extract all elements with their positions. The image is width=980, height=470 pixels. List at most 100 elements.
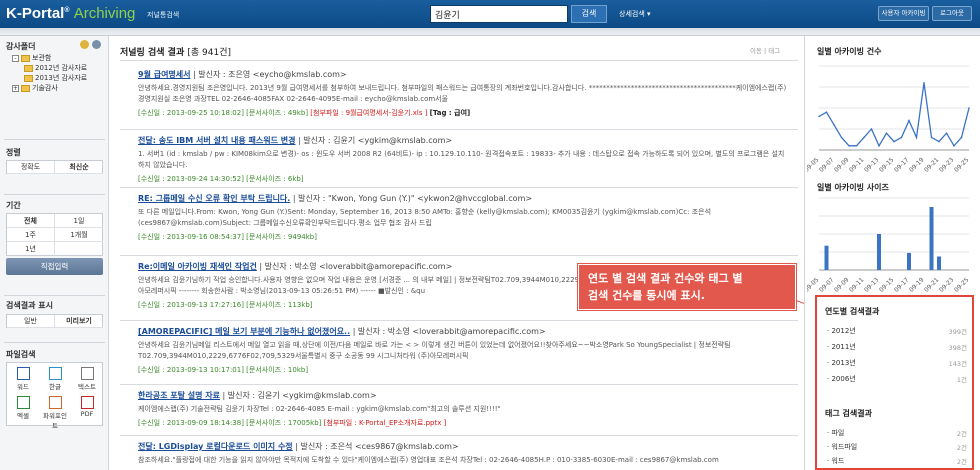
result-attachment[interactable]: [첨부파일 : 9월급여명세서-김윤기.xls ] (310, 109, 427, 117)
display-preview[interactable]: 미리보기 (55, 315, 103, 328)
result-title[interactable]: 9월 급여명세서 (138, 70, 191, 79)
tree-item-archive[interactable]: - 보관함 (12, 53, 51, 63)
file-hwp[interactable]: 한글 (43, 367, 67, 391)
year-item[interactable]: · 2013년 143건 (827, 358, 967, 368)
result-meta: [수신일 : 2013-09-09 18:14:38] [문서사이즈 : 170… (138, 418, 788, 428)
daily-count-title: 일별 아카이빙 건수 (817, 47, 882, 56)
callout-note: 연도 별 검색 결과 건수와 태그 별 검색 건수를 동시에 표시. (578, 264, 796, 310)
file-powerpoint[interactable]: 파워포인트 (41, 396, 69, 430)
bar (907, 252, 911, 270)
pdf-icon (80, 396, 94, 409)
year-item[interactable]: · 2006년 1건 (827, 374, 967, 384)
tick-label: 09-25 (953, 156, 970, 173)
file-word[interactable]: 워드 (11, 367, 35, 391)
divider (120, 187, 798, 188)
result-size: [문서사이즈 : 9494kb] (246, 233, 317, 241)
year-label: 2012년 (831, 327, 856, 335)
tick-label: 09-19 (908, 276, 925, 293)
result-sender: | 발신자 : 김윤기 <ygkim@kmslab.com> (222, 391, 377, 400)
result-title[interactable]: 한라공조 포탈 설명 자료 (138, 391, 220, 400)
result-size: [문서사이즈 : 10kb] (246, 366, 309, 374)
tick-label: 09-21 (923, 276, 940, 293)
result-sender: | 발신자 : 조은석 <ces9867@kmslab.com> (295, 442, 459, 451)
file-type-grid: 워드 한글 텍스트 엑셀 파워포인트 PDF (6, 362, 103, 430)
results-panel: 저널링 검색 결과 [총 941건] 이동 | 태그 9월 급여명세서 | 발신… (110, 36, 803, 470)
result-title[interactable]: RE: 그룹메일 수신 오류 확인 부탁 드립니다. (138, 194, 290, 203)
result-date: [수신일 : 2013-09-25 10:18:02] (138, 109, 244, 117)
result-title[interactable]: 전달: 송도 IBM 서버 설치 내용 패스워드 변경 (138, 136, 296, 145)
result-item[interactable]: 9월 급여명세서 | 발신자 : 조은영 <eycho@kmslab.com> 안… (138, 69, 788, 131)
result-tools[interactable]: 이동 | 태그 (750, 45, 780, 55)
result-sender: | 발신자 : 박소영 <loverabbit@amorepacific.com… (352, 327, 546, 336)
data-point (893, 140, 895, 143)
result-item[interactable]: 전달: 송도 IBM 서버 설치 내용 패스워드 변경 | 발신자 : 김윤기 … (138, 135, 788, 189)
result-title[interactable]: Re:이메일 아카이빙 재색인 작업건 (138, 262, 257, 271)
result-title[interactable]: 전달: LGDisplay 로컬다운로드 이미지 수정 (138, 442, 293, 451)
tree-item-2012[interactable]: 2012년 감사자료 (24, 63, 87, 73)
data-point (938, 140, 940, 143)
sort-latest[interactable]: 최신순 (55, 161, 103, 174)
file-text[interactable]: 텍스트 (75, 367, 99, 391)
data-point (960, 136, 963, 139)
result-meta: [수신일 : 2013-09-16 08:54:37] [문서사이즈 : 949… (138, 232, 788, 242)
result-item[interactable]: 한라공조 포탈 설명 자료 | 발신자 : 김윤기 <ygkim@kmslab.… (138, 390, 788, 438)
expand-icon[interactable]: + (12, 84, 19, 92)
tree-item-2013[interactable]: 2013년 감사자료 (24, 73, 87, 83)
data-point (840, 136, 843, 139)
tick-label: 09-23 (938, 276, 955, 293)
tick-label: 09-13 (863, 156, 880, 173)
search-input[interactable]: 김윤기 (430, 5, 568, 23)
result-item[interactable]: 전달: LGDisplay 로컬다운로드 이미지 수정 | 발신자 : 조은석 … (138, 441, 788, 470)
period-1year[interactable]: 1년 (7, 242, 55, 256)
year-item[interactable]: · 2012년 399건 (827, 326, 967, 336)
result-title[interactable]: [AMOREPACIFIC] 메일 보기 부분에 기능하나 없어졌어요.. (138, 327, 350, 336)
result-meta: [수신일 : 2013-09-24 14:30:52] [문서사이즈 : 6kb… (138, 174, 788, 184)
tick-label: 09-09 (833, 276, 850, 293)
data-point (915, 136, 918, 139)
tag-item[interactable]: · 워드 2건 (827, 456, 967, 466)
result-tag[interactable]: [Tag : 급여] (430, 109, 471, 117)
direct-input-button[interactable]: 직접입력 (6, 258, 103, 275)
tick-label: 09-17 (893, 156, 910, 173)
bar (877, 234, 881, 270)
data-point (878, 145, 880, 147)
result-date: [수신일 : 2013-09-09 18:14:38] (138, 419, 244, 427)
period-all[interactable]: 전체 (7, 214, 55, 228)
tag-label: 워드 (831, 457, 845, 465)
result-item[interactable]: [AMOREPACIFIC] 메일 보기 부분에 기능하나 없어졌어요.. | … (138, 326, 788, 386)
add-folder-icon[interactable] (80, 40, 89, 49)
tag-item[interactable]: · 파일 2건 (827, 428, 967, 438)
user-archiving-button[interactable]: 사용자 아카이빙 (878, 6, 929, 21)
detail-search-link[interactable]: 상세검색 ▾ (619, 9, 651, 19)
hwp-icon (48, 367, 62, 380)
sort-accuracy[interactable]: 정확도 (7, 161, 55, 174)
tick-label: 09-15 (878, 156, 895, 173)
data-point (930, 136, 933, 139)
tree-item-tech-audit[interactable]: + 기술감사 (12, 83, 58, 93)
result-item[interactable]: RE: 그룹메일 수신 오류 확인 부탁 드립니다. | 발신자 : "Kwon… (138, 193, 788, 257)
period-1day[interactable]: 1일 (55, 214, 103, 228)
series-line (818, 82, 970, 148)
app-logo[interactable]: K-Portal® Archiving (6, 5, 135, 22)
display-title: 검색결과 표시 (6, 301, 53, 310)
folder-settings-icon[interactable] (92, 40, 101, 49)
year-results-title: 연도별 검색결과 (825, 307, 880, 316)
result-meta: [수신일 : 2013-09-25 10:18:02] [문서사이즈 : 49k… (138, 108, 788, 118)
year-item[interactable]: · 2011년 398건 (827, 342, 967, 352)
result-size: [문서사이즈 : 17005kb] (246, 419, 322, 427)
display-normal[interactable]: 일반 (7, 315, 55, 328)
result-count: [총 941건] (187, 48, 231, 58)
period-1month[interactable]: 1개월 (55, 228, 103, 242)
search-button[interactable]: 검색 (571, 5, 607, 23)
result-attachment[interactable]: [첨부파일 : K-Portal_EP소개자료.pptx ] (324, 419, 447, 427)
tag-item[interactable]: · 워드파일 2건 (827, 442, 967, 452)
logo-reg: ® (64, 7, 70, 14)
collapse-icon[interactable]: - (12, 54, 19, 62)
file-pdf[interactable]: PDF (75, 396, 99, 418)
data-point (818, 115, 820, 118)
tick-label: 09-13 (863, 276, 880, 293)
period-1week[interactable]: 1주 (7, 228, 55, 242)
result-snippet: 1. 서버1 (id : kmslab / pw : KIM08kim으로 변경… (138, 150, 785, 169)
logout-button[interactable]: 로그아웃 (932, 6, 972, 21)
file-excel[interactable]: 엑셀 (11, 396, 35, 420)
